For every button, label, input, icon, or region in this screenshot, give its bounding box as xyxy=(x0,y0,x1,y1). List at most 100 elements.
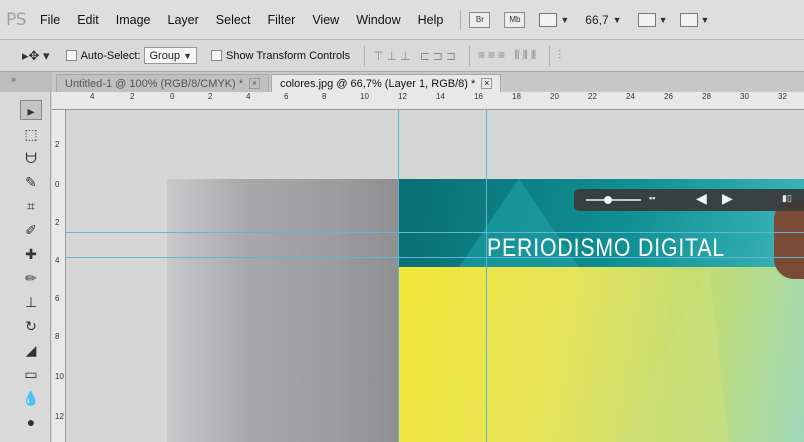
zoom-chevron-down-icon[interactable]: ▼ xyxy=(613,15,622,25)
chevron-down-icon: ▼ xyxy=(658,14,668,25)
ruler-tick: 4 xyxy=(55,256,60,265)
menu-bar: PS File Edit Image Layer Select Filter V… xyxy=(0,0,804,40)
tab-colores[interactable]: colores.jpg @ 66,7% (Layer 1, RGB/8) * × xyxy=(271,74,502,92)
screen-layout-dropdown[interactable]: ▼ xyxy=(539,12,569,27)
close-icon[interactable]: × xyxy=(249,78,261,89)
move-tool-icon[interactable]: ▸ xyxy=(20,100,42,120)
auto-align-icon[interactable]: ⫶ xyxy=(558,48,564,63)
volume-icon[interactable]: ▪▪ xyxy=(649,193,655,203)
ruler-tick: 8 xyxy=(55,332,60,341)
minibridge-button[interactable]: Mb xyxy=(504,11,526,28)
ruler-tick: 8 xyxy=(322,92,327,101)
ruler-tick: 6 xyxy=(55,294,60,303)
auto-select-label: Auto-Select: xyxy=(80,49,141,62)
quick-selection-tool-icon[interactable]: ✎ xyxy=(20,172,42,192)
ruler-tick: 20 xyxy=(550,92,559,101)
menu-view[interactable]: View xyxy=(312,13,339,27)
ruler-tick: 2 xyxy=(130,92,135,101)
tab-untitled-1[interactable]: Untitled-1 @ 100% (RGB/8/CMYK) * × xyxy=(56,74,270,92)
eraser-tool-icon[interactable]: ◢ xyxy=(20,340,42,360)
menu-file[interactable]: File xyxy=(40,13,60,27)
green-polygon xyxy=(619,267,729,442)
ruler-tick: 2 xyxy=(208,92,213,101)
close-icon[interactable]: × xyxy=(481,78,493,89)
photoshop-logo: PS xyxy=(6,9,27,30)
brush-tool-icon[interactable]: ✏ xyxy=(20,268,42,288)
ruler-tick: 0 xyxy=(170,92,175,101)
document-canvas-area[interactable]: 4 2 0 2 4 6 8 10 12 14 16 18 20 22 24 26… xyxy=(52,92,804,442)
media-player-controls[interactable]: ▪▪ ◀ ▶ ▮▯ xyxy=(574,189,804,211)
menu-filter[interactable]: Filter xyxy=(268,13,296,27)
healing-brush-tool-icon[interactable]: ✚ xyxy=(20,244,42,264)
ruler-tick: 14 xyxy=(436,92,445,101)
arrange-documents-dropdown[interactable]: ▼ xyxy=(637,12,668,27)
blur-tool-icon[interactable]: 💧 xyxy=(20,388,42,408)
ruler-tick: 2 xyxy=(55,140,60,149)
show-transform-checkbox[interactable] xyxy=(210,50,222,61)
toolbox: ▸ ⬚ ᗨ ✎ ⌗ ✐ ✚ ✏ ⊥ ↻ ◢ ▭ 💧 ● xyxy=(0,92,51,442)
menu-help[interactable]: Help xyxy=(418,13,444,27)
ruler-tick: 12 xyxy=(398,92,407,101)
ruler-tick: 0 xyxy=(55,180,60,189)
vertical-guide[interactable] xyxy=(398,110,399,442)
document-tabs: Untitled-1 @ 100% (RGB/8/CMYK) * × color… xyxy=(52,72,804,92)
move-tool-preset-icon[interactable]: ▸✥ ▾ xyxy=(22,48,50,64)
clone-stamp-tool-icon[interactable]: ⊥ xyxy=(20,292,42,312)
horizontal-guide[interactable] xyxy=(66,257,804,258)
chevron-down-icon: ▼ xyxy=(183,50,192,61)
dodge-tool-icon[interactable]: ● xyxy=(20,412,42,432)
previous-icon[interactable]: ◀ xyxy=(696,190,707,207)
horizontal-ruler[interactable]: 4 2 0 2 4 6 8 10 12 14 16 18 20 22 24 26… xyxy=(52,92,804,110)
yellow-band xyxy=(399,267,804,442)
ruler-tick: 18 xyxy=(512,92,521,101)
chevron-down-icon: ▼ xyxy=(700,14,710,25)
panel-collapse-icon[interactable]: » xyxy=(0,72,52,92)
ruler-tick: 2 xyxy=(55,218,60,227)
settings-icon[interactable]: ▮▯ xyxy=(782,193,792,204)
ruler-tick: 28 xyxy=(702,92,711,101)
auto-select-checkbox[interactable] xyxy=(65,50,77,61)
ruler-tick: 26 xyxy=(664,92,673,101)
screen-mode-dropdown[interactable]: ▼ xyxy=(679,12,710,27)
vertical-ruler[interactable]: 2 0 2 4 6 8 10 12 xyxy=(52,110,66,442)
eyedropper-tool-icon[interactable]: ✐ xyxy=(20,220,42,240)
auto-select-dropdown[interactable]: Group ▼ xyxy=(144,47,197,64)
menu-window[interactable]: Window xyxy=(356,13,400,27)
brown-shape xyxy=(774,199,804,279)
ruler-tick: 4 xyxy=(90,92,95,101)
menu-layer[interactable]: Layer xyxy=(168,13,199,27)
menu-select[interactable]: Select xyxy=(216,13,251,27)
options-bar: ▸✥ ▾ Auto-Select: Group ▼ Show Transform… xyxy=(0,40,804,72)
menu-image[interactable]: Image xyxy=(116,13,151,27)
gradient-tool-icon[interactable]: ▭ xyxy=(20,364,42,384)
screen-mode-icon xyxy=(679,12,698,27)
ruler-tick: 24 xyxy=(626,92,635,101)
tab-label: Untitled-1 @ 100% (RGB/8/CMYK) * xyxy=(65,77,244,90)
crop-tool-icon[interactable]: ⌗ xyxy=(20,196,42,216)
play-icon[interactable]: ▶ xyxy=(722,190,733,207)
options-separator xyxy=(468,45,470,66)
bridge-button[interactable]: Br xyxy=(469,11,491,28)
ruler-tick: 10 xyxy=(360,92,369,101)
ruler-tick: 6 xyxy=(284,92,289,101)
player-scrubber[interactable] xyxy=(604,196,612,204)
zoom-level[interactable]: 66,7 xyxy=(585,13,608,27)
auto-select-value: Group xyxy=(149,49,181,62)
horizontal-guide[interactable] xyxy=(66,232,804,233)
marquee-tool-icon[interactable]: ⬚ xyxy=(20,124,42,144)
history-brush-tool-icon[interactable]: ↻ xyxy=(20,316,42,336)
artwork-image: PERIODISMO DIGITAL ▪▪ ◀ ▶ ▮▯ xyxy=(399,179,804,442)
vertical-guide[interactable] xyxy=(486,110,487,442)
ruler-tick: 30 xyxy=(740,92,749,101)
options-separator xyxy=(364,45,366,66)
artwork-title: PERIODISMO DIGITAL xyxy=(487,234,726,262)
arrange-icon xyxy=(637,12,656,27)
menu-edit[interactable]: Edit xyxy=(77,13,99,27)
lasso-tool-icon[interactable]: ᗨ xyxy=(20,148,42,168)
distribute-buttons-icon[interactable]: ≡≡≡ ⦀⦀⦀ xyxy=(478,48,539,63)
gray-gradient-layer xyxy=(167,179,399,442)
ruler-tick: 4 xyxy=(246,92,251,101)
align-buttons-icon[interactable]: ⊤⊥⊥ ⊏⊐⊐ xyxy=(373,49,459,63)
player-timeline[interactable] xyxy=(586,199,641,201)
ruler-tick: 12 xyxy=(55,412,64,421)
